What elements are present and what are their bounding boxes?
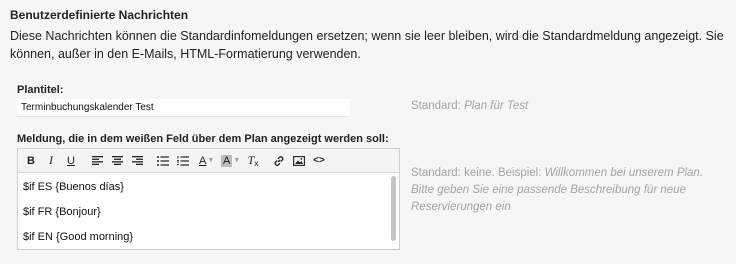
message-hint-prefix: Standard: keine. Beispiel: (411, 167, 542, 179)
message-hint: Standard: keine. Beispiel: Willkommen be… (411, 165, 721, 216)
source-code-button[interactable]: <> (309, 151, 329, 171)
clear-format-button[interactable]: Tx (243, 151, 263, 171)
editor-line: $if ES {Buenos días} (23, 181, 124, 193)
scrollbar-thumb[interactable] (391, 176, 396, 241)
image-icon[interactable] (289, 151, 309, 171)
bullet-list-icon[interactable] (153, 151, 173, 171)
align-right-icon[interactable] (127, 151, 147, 171)
chevron-down-icon: ▼ (233, 157, 241, 164)
plan-title-input[interactable] (17, 99, 350, 117)
section-description: Diese Nachrichten können die Standardinf… (10, 29, 724, 61)
underline-button[interactable]: U (61, 151, 81, 171)
plan-title-hint-prefix: Standard: (411, 100, 461, 112)
background-color-icon: A (221, 154, 233, 167)
chevron-down-icon: ▼ (207, 157, 215, 164)
align-left-icon[interactable] (87, 151, 107, 171)
numbered-list-icon[interactable] (173, 151, 193, 171)
plan-title-label: Plantitel: (17, 84, 64, 96)
message-editor: B I U A ▼ A ▼ Tx <> $if ES {Buenos días}… (17, 148, 400, 250)
editor-line: $if EN {Good morning} (23, 231, 134, 243)
italic-button[interactable]: I (41, 151, 61, 171)
section-title: Benutzerdefinierte Nachrichten (10, 8, 189, 22)
message-label: Meldung, die in dem weißen Feld über dem… (17, 133, 389, 145)
link-icon[interactable] (269, 151, 289, 171)
bold-button[interactable]: B (21, 151, 41, 171)
text-color-button[interactable]: A ▼ (199, 155, 217, 167)
background-color-button[interactable]: A ▼ (221, 154, 241, 167)
editor-line: $if FR {Bonjour} (23, 206, 101, 218)
plan-title-hint: Standard: Plan für Test (411, 98, 528, 115)
editor-content[interactable]: $if ES {Buenos días} $if FR {Bonjour} $i… (18, 173, 399, 250)
editor-scrollbar[interactable] (391, 173, 397, 250)
editor-toolbar: B I U A ▼ A ▼ Tx <> (18, 149, 399, 173)
align-center-icon[interactable] (107, 151, 127, 171)
text-color-icon: A (199, 154, 207, 167)
plan-title-hint-value: Plan für Test (464, 100, 529, 112)
